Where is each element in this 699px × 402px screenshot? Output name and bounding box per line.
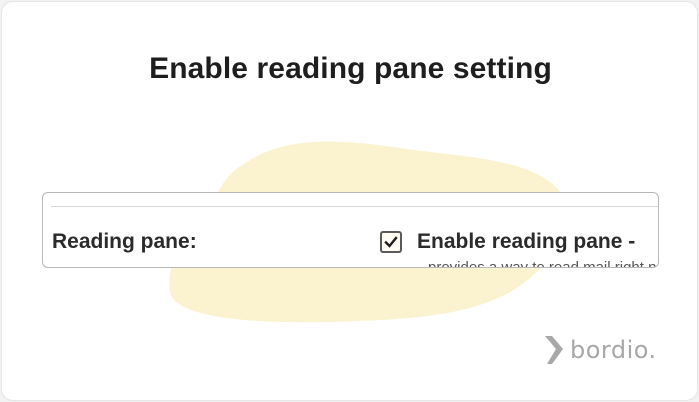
divider (51, 206, 658, 207)
checkmark-icon (384, 236, 398, 248)
brand-name: bordio. (570, 336, 657, 364)
settings-snippet: Reading pane: Enable reading pane - prov… (42, 192, 659, 268)
bordio-logo-icon (545, 336, 563, 364)
option-label: Enable reading pane - (417, 230, 636, 253)
card: Enable reading pane setting Reading pane… (1, 1, 698, 401)
brand-logo: bordio. (543, 335, 657, 365)
option-description: provides a way to read mail right next t… (428, 259, 658, 268)
reading-pane-checkbox[interactable] (380, 231, 402, 253)
page-title: Enable reading pane setting (149, 52, 552, 85)
setting-label: Reading pane: (52, 230, 197, 253)
